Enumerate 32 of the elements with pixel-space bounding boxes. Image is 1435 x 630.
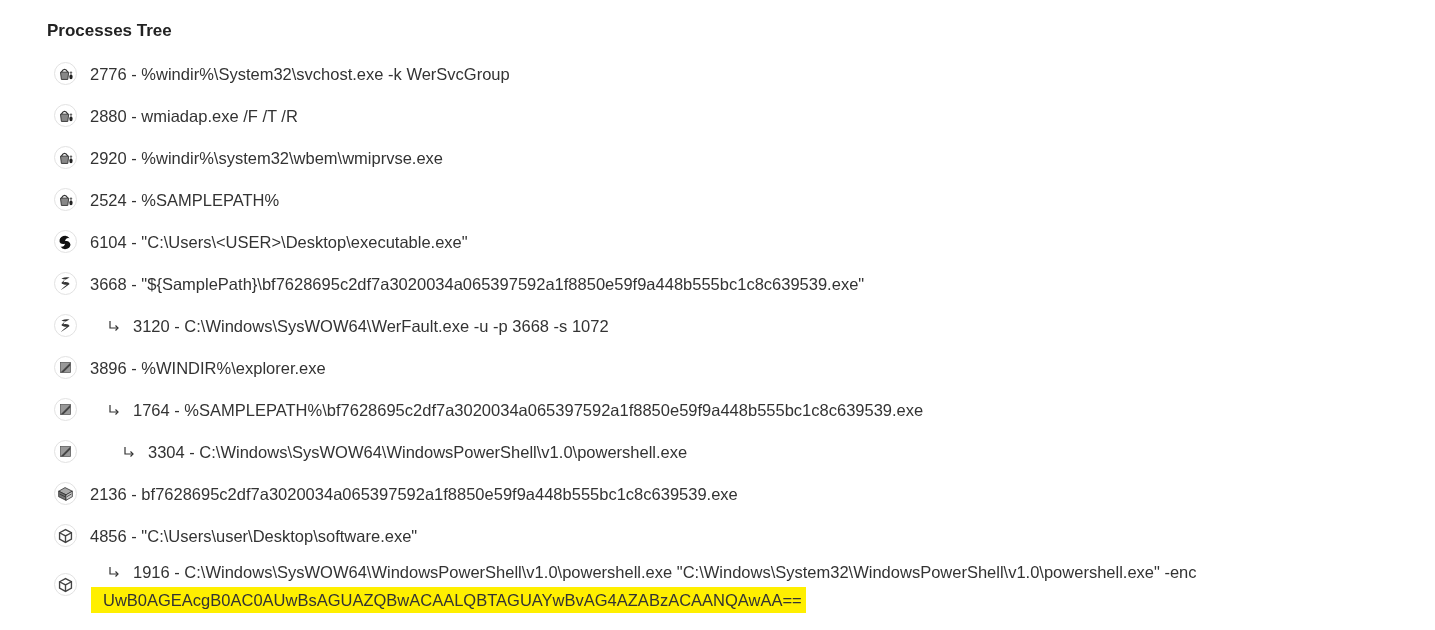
process-entry: 2920 - %windir%\system32\wbem\wmiprvse.exe (90, 147, 444, 169)
process-entry: 2136 - bf7628695c2df7a3020034a065397592a1f8850e59f9a448b555bc1c8c639539.exe (90, 483, 738, 505)
process-entry: 3896 - %WINDIR%\explorer.exe (90, 357, 326, 379)
bucket-icon (54, 62, 77, 85)
child-arrow-icon (108, 403, 120, 416)
bucket-icon (54, 104, 77, 127)
process-entry: 3304 - C:\Windows\SysWOW64\WindowsPowerShell\v1.0\powershell.exe (148, 441, 688, 463)
process-entry: 3668 - "${SamplePath}\bf7628695c2df7a3020034a065397592a1f8850e59f9a448b555bc1c8c639539.exe" (90, 273, 865, 295)
highlighted-text: UwB0AGEAcgB0AC0AUwBsAGUAZQBwACAALQBTAGUAYwBvAG4AZABzACAANQAwAA== (91, 586, 806, 613)
child-arrow-icon (108, 565, 120, 578)
process-entry: 4856 - "C:\Users\user\Desktop\software.exe" (90, 525, 418, 547)
child-arrow-icon (123, 445, 135, 458)
process-entry: 1916 - C:\Windows\SysWOW64\WindowsPowerShell\v1.0\powershell.exe "C:\Windows\System32\WindowsPowerShell\v1.0\powershell.exe" -enc (133, 561, 1197, 583)
square-icon (54, 398, 77, 421)
bucket-icon (54, 146, 77, 169)
cube-icon (54, 573, 77, 596)
slash-marks-icon (54, 314, 77, 337)
swirl-icon (54, 230, 77, 253)
crate-icon (54, 482, 77, 505)
bucket-icon (54, 188, 77, 211)
child-arrow-icon (108, 319, 120, 332)
square-icon (54, 356, 77, 379)
process-entry: 2880 - wmiadap.exe /F /T /R (90, 105, 298, 127)
process-entry: 6104 - "C:\Users\<USER>\Desktop\executable.exe" (90, 231, 468, 253)
cube-icon (54, 524, 77, 547)
process-entry: 2776 - %windir%\System32\svchost.exe -k WerSvcGroup (90, 63, 510, 85)
process-entry: 1764 - %SAMPLEPATH%\bf7628695c2df7a3020034a065397592a1f8850e59f9a448b555bc1c8c639539.exe (133, 399, 924, 421)
process-entry: 3120 - C:\Windows\SysWOW64\WerFault.exe -u -p 3668 -s 1072 (133, 315, 609, 337)
slash-marks-icon (54, 272, 77, 295)
square-icon (54, 440, 77, 463)
section-title: Processes Tree (47, 20, 173, 42)
process-entry: 2524 - %SAMPLEPATH% (90, 189, 280, 211)
